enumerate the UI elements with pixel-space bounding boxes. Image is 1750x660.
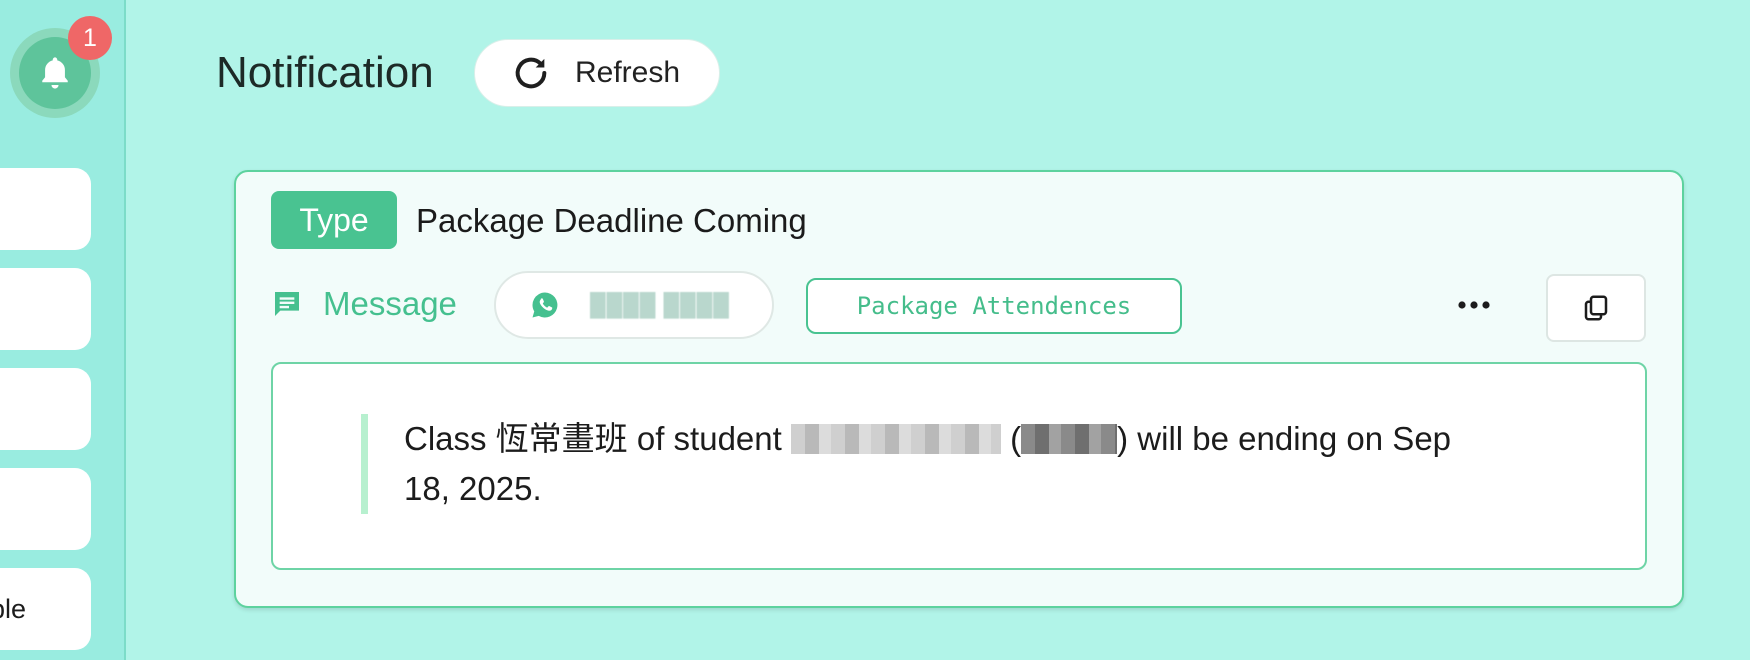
message-text-prefix: Class 恆常畫班 of student (404, 420, 782, 457)
notification-card: Type Package Deadline Coming Message ███… (234, 170, 1684, 608)
redacted-student-id (1021, 424, 1118, 454)
message-text-open-paren: ( (1010, 420, 1022, 457)
refresh-label: Refresh (575, 56, 681, 89)
page-title: Notification (216, 48, 434, 97)
redacted-student-name (790, 424, 1001, 454)
notification-count-badge: 1 (68, 16, 112, 60)
refresh-icon (515, 57, 547, 89)
package-attendances-button[interactable]: Package Attendences (806, 278, 1182, 334)
copy-button[interactable] (1546, 274, 1646, 342)
refresh-button[interactable]: Refresh (474, 39, 720, 107)
bell-icon (42, 57, 68, 89)
message-label-text: Message (323, 285, 457, 322)
sidebar-item-4[interactable] (0, 468, 91, 550)
message-body-box: Class 恆常畫班 of student () will be ending … (271, 362, 1647, 570)
more-options-button[interactable] (1454, 280, 1494, 330)
sidebar-item-label: ple (0, 593, 27, 624)
sidebar-item-3[interactable] (0, 368, 91, 450)
notification-type-value: Package Deadline Coming (416, 202, 807, 239)
sidebar-item-2[interactable] (0, 268, 91, 350)
ellipsis-icon (1458, 301, 1490, 309)
copy-icon (1584, 295, 1608, 321)
message-quote: Class 恆常畫班 of student () will be ending … (361, 414, 1464, 514)
redacted-phone-number: ████ ████ (590, 292, 730, 317)
sidebar: 1 ple (0, 0, 126, 660)
whatsapp-contact-button[interactable]: ████ ████ (494, 271, 774, 339)
sidebar-item-5[interactable]: ple (0, 568, 91, 650)
sidebar-item-1[interactable] (0, 168, 91, 250)
whatsapp-icon (532, 292, 558, 318)
message-icon (275, 292, 299, 316)
type-tag: Type (271, 191, 397, 249)
message-label: Message (271, 284, 457, 324)
